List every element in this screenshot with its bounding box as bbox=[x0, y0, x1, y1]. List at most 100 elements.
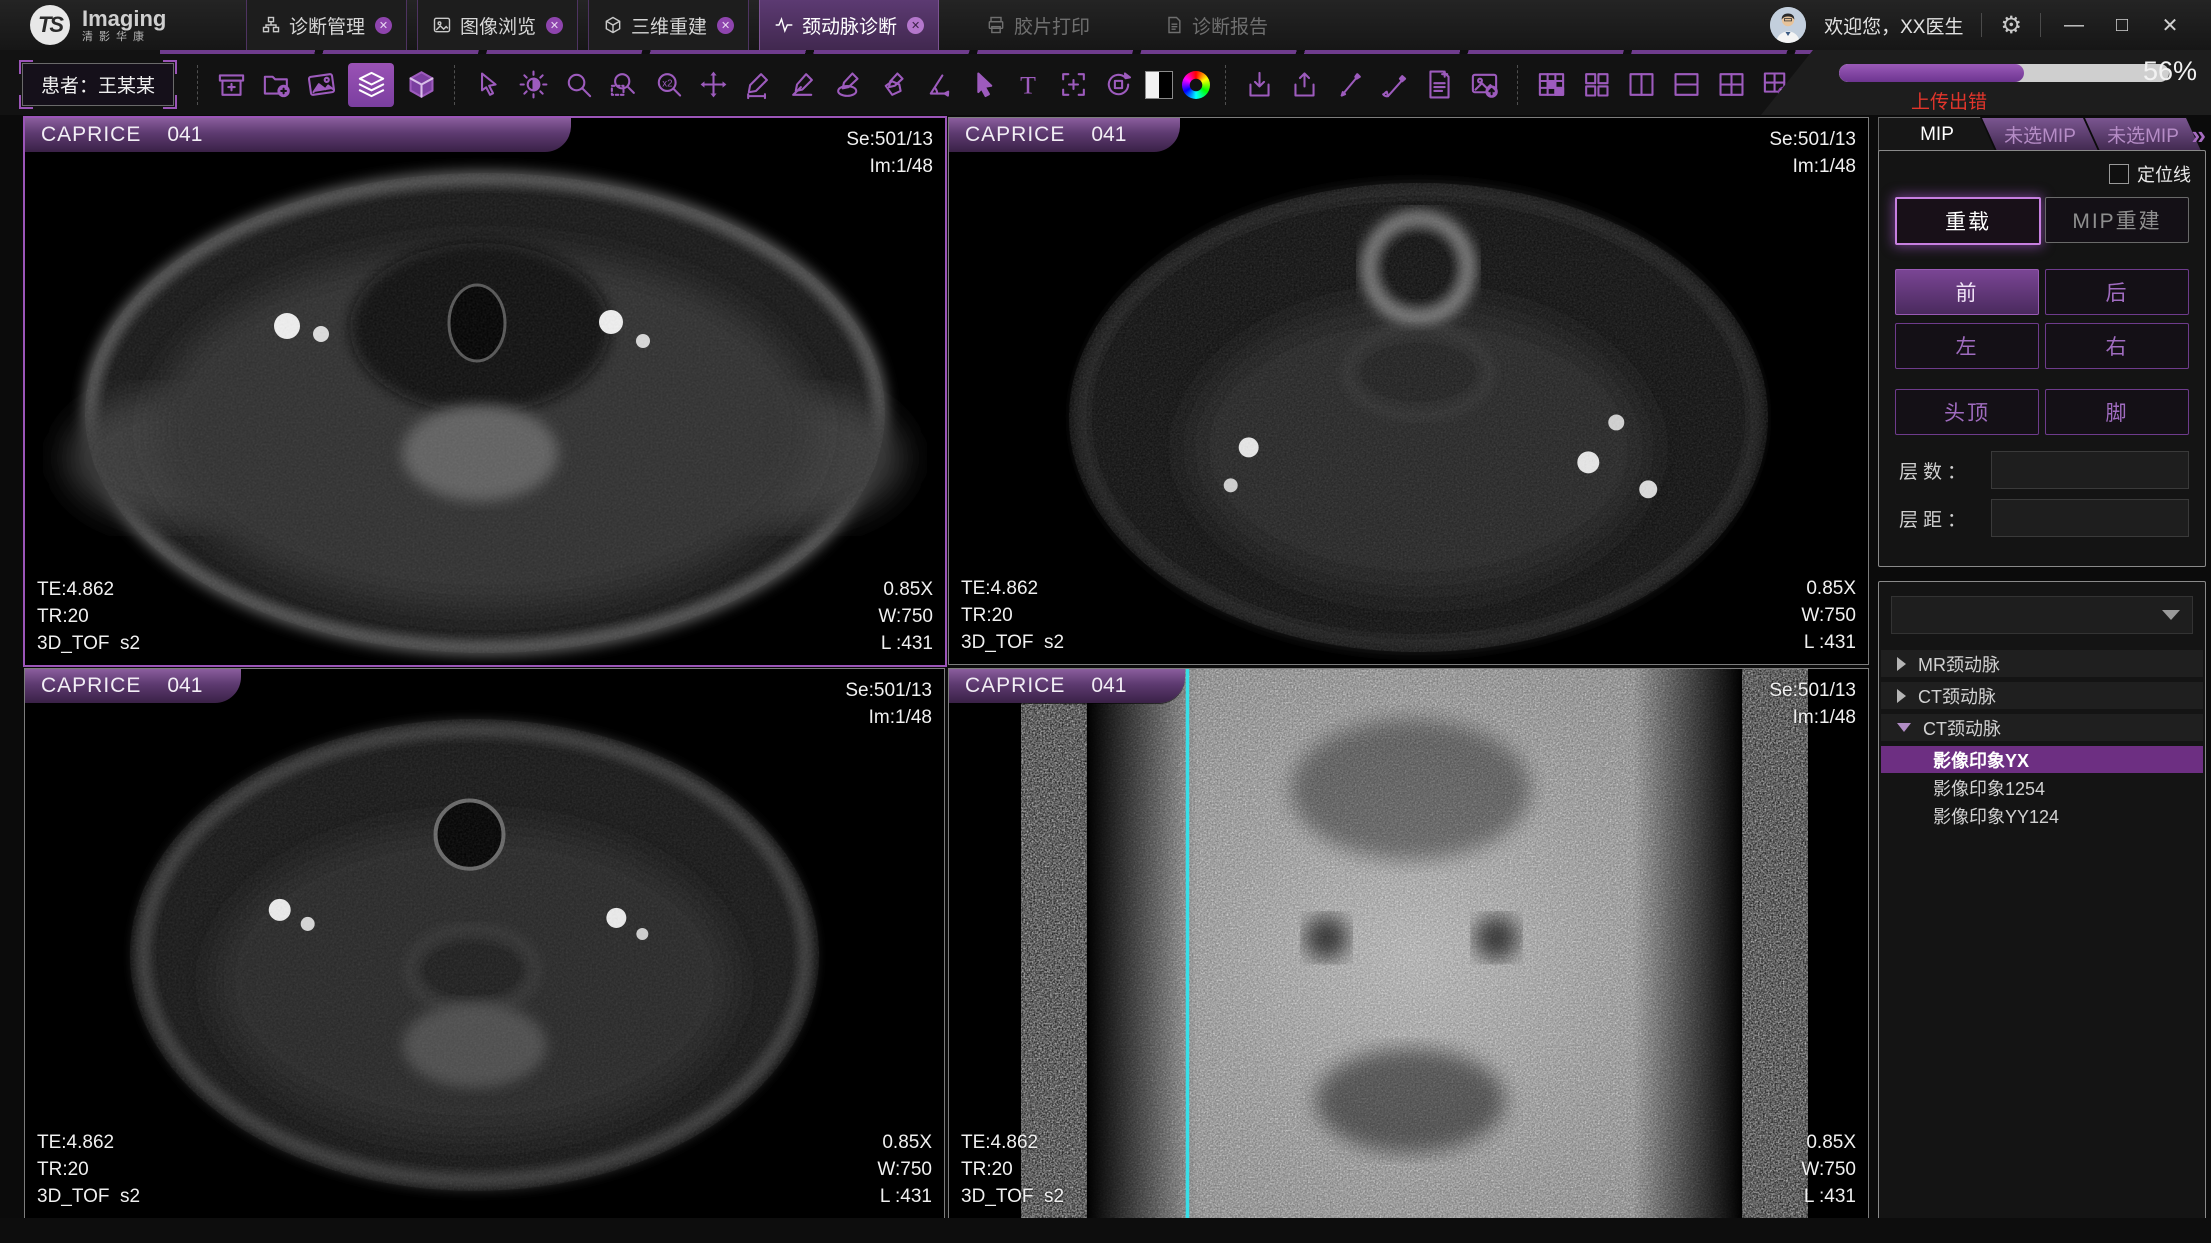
tab-mip-unselected-2[interactable]: 未选MIP bbox=[2085, 118, 2201, 151]
angle-tool-icon[interactable] bbox=[920, 63, 956, 107]
tab-close-icon[interactable]: ✕ bbox=[907, 17, 924, 34]
layers-icon[interactable] bbox=[348, 63, 394, 107]
checkbox-icon[interactable] bbox=[2109, 164, 2129, 184]
upload-progress-zone: 56% 上传出错 bbox=[1761, 50, 2211, 115]
pointer-icon[interactable] bbox=[965, 63, 1001, 107]
maximize-button[interactable]: □ bbox=[2107, 14, 2137, 37]
mri-image-noisy bbox=[949, 669, 1868, 1218]
layout-split-horizontal-icon[interactable] bbox=[1668, 63, 1704, 107]
report-add-icon[interactable] bbox=[1421, 63, 1457, 107]
tab-image-browse[interactable]: 图像浏览 ✕ bbox=[417, 0, 578, 50]
pen-icon[interactable] bbox=[1331, 63, 1367, 107]
title-bar: TS Imaging 清影华康 诊断管理 ✕ 图像浏览 ✕ 三维重建 ✕ 颈动脉… bbox=[0, 0, 2211, 50]
tab-mip[interactable]: MIP bbox=[1878, 117, 1995, 151]
layout-grid-9-icon[interactable] bbox=[1533, 63, 1569, 107]
tree-item-impression-yy124[interactable]: 影像印象YY124 bbox=[1881, 802, 2203, 829]
tree-item-impression-yx[interactable]: 影像印象YX bbox=[1881, 746, 2203, 773]
upload-progress-fill bbox=[1839, 64, 2024, 82]
user-avatar[interactable] bbox=[1770, 7, 1806, 43]
svg-text:T: T bbox=[1020, 71, 1036, 100]
window-level-overlay: 0.85XW:750L :431 bbox=[1801, 1129, 1856, 1210]
series-dropdown[interactable] bbox=[1891, 596, 2193, 634]
localizer-line-checkbox[interactable]: 定位线 bbox=[2109, 161, 2191, 187]
mip-controls-box: 定位线 重载 MIP重建 前 后 左 右 头顶 脚 层数： bbox=[1878, 150, 2206, 567]
text-tool-icon[interactable]: T bbox=[1010, 63, 1046, 107]
orientation-right-button[interactable]: 右 bbox=[2045, 323, 2189, 369]
divider bbox=[2040, 13, 2041, 37]
series-overlay: Se:501/13Im:1/48 bbox=[846, 126, 933, 180]
patient-name-box[interactable]: 患者：王某某 bbox=[22, 63, 174, 106]
zoom-icon[interactable] bbox=[560, 63, 596, 107]
zoom-2x-icon[interactable]: x2 bbox=[650, 63, 686, 107]
caret-expanded-icon[interactable] bbox=[1897, 723, 1911, 732]
acquisition-overlay: TE:4.862TR:203D_TOF s2 bbox=[37, 576, 140, 657]
layout-grid-4-icon[interactable] bbox=[1713, 63, 1749, 107]
tree-item-ct-carotid-1[interactable]: CT颈动脉 bbox=[1881, 682, 2203, 709]
upload-percent: 56% bbox=[2143, 56, 2197, 87]
tab-film-print[interactable]: 胶片打印 bbox=[949, 0, 1127, 50]
image-upload-icon[interactable] bbox=[1466, 63, 1502, 107]
tree-item-impression-1254[interactable]: 影像印象1254 bbox=[1881, 774, 2203, 801]
download-icon[interactable] bbox=[1241, 63, 1277, 107]
layout-grid-4-gap-icon[interactable] bbox=[1578, 63, 1614, 107]
layer-count-input[interactable] bbox=[1991, 451, 2189, 489]
folder-add-icon[interactable] bbox=[258, 63, 294, 107]
series-overlay: Se:501/13Im:1/48 bbox=[1769, 677, 1856, 731]
reload-button[interactable]: 重载 bbox=[1895, 197, 2041, 245]
side-panel-tabs: MIP 未选MIP 未选MIP » bbox=[1878, 118, 2206, 151]
viewport-title-banner: CAPRICE 041 bbox=[25, 669, 241, 703]
close-button[interactable]: ✕ bbox=[2155, 13, 2185, 38]
layer-gap-input[interactable] bbox=[1991, 499, 2189, 537]
dropdown-caret-icon bbox=[2162, 610, 2180, 620]
color-wheel-icon[interactable] bbox=[1182, 71, 1210, 99]
caret-collapsed-icon[interactable] bbox=[1897, 689, 1906, 703]
draw-polygon-icon[interactable] bbox=[875, 63, 911, 107]
tab-carotid-diagnosis[interactable]: 颈动脉诊断 ✕ bbox=[759, 0, 939, 50]
cursor-icon[interactable] bbox=[470, 63, 506, 107]
more-tabs-chevron-icon[interactable]: » bbox=[2192, 120, 2206, 151]
zoom-region-icon[interactable] bbox=[605, 63, 641, 107]
layout-split-vertical-icon[interactable] bbox=[1623, 63, 1659, 107]
draw-ellipse-icon[interactable] bbox=[830, 63, 866, 107]
tree-item-ct-carotid-2[interactable]: CT颈动脉 bbox=[1881, 714, 2203, 741]
tab-close-icon[interactable]: ✕ bbox=[717, 17, 734, 34]
orientation-front-button[interactable]: 前 bbox=[1895, 269, 2039, 315]
measure-angle-icon[interactable] bbox=[785, 63, 821, 107]
tab-diagnosis-management[interactable]: 诊断管理 ✕ bbox=[246, 0, 407, 50]
upload-icon[interactable] bbox=[1286, 63, 1322, 107]
window-level-overlay: 0.85XW:750L :431 bbox=[1801, 575, 1856, 656]
app-logo: TS bbox=[30, 5, 70, 45]
orientation-head-button[interactable]: 头顶 bbox=[1895, 389, 2039, 435]
acquisition-overlay: TE:4.862TR:203D_TOF s2 bbox=[961, 575, 1064, 656]
viewport-3[interactable]: CAPRICE 041 Se:501/13Im:1/48 TE:4.862TR:… bbox=[24, 668, 945, 1219]
rotate-icon[interactable] bbox=[1100, 63, 1136, 107]
tab-3d-reconstruction[interactable]: 三维重建 ✕ bbox=[588, 0, 749, 50]
tab-close-icon[interactable]: ✕ bbox=[375, 17, 392, 34]
tree-item-mr-carotid[interactable]: MR颈动脉 bbox=[1881, 650, 2203, 677]
caret-collapsed-icon[interactable] bbox=[1897, 657, 1906, 671]
archive-add-icon[interactable] bbox=[213, 63, 249, 107]
invert-grayscale-icon[interactable] bbox=[1145, 71, 1173, 99]
app-tabstrip: 诊断管理 ✕ 图像浏览 ✕ 三维重建 ✕ 颈动脉诊断 ✕ 胶片打印 诊断报告 bbox=[246, 0, 1305, 50]
orientation-back-button[interactable]: 后 bbox=[2045, 269, 2189, 315]
measure-length-icon[interactable] bbox=[740, 63, 776, 107]
viewport-2[interactable]: CAPRICE 041 Se:501/13Im:1/48 TE:4.862TR:… bbox=[948, 117, 1869, 665]
tab-diagnosis-report[interactable]: 诊断报告 bbox=[1127, 0, 1305, 50]
orientation-foot-button[interactable]: 脚 bbox=[2045, 389, 2189, 435]
minimize-button[interactable]: — bbox=[2059, 14, 2089, 37]
cube-3d-icon[interactable] bbox=[403, 63, 439, 107]
pan-icon[interactable] bbox=[695, 63, 731, 107]
crosshair-line[interactable] bbox=[1186, 669, 1189, 1218]
settings-gear-icon[interactable]: ⚙ bbox=[2000, 11, 2022, 40]
tab-label: 诊断管理 bbox=[289, 12, 365, 39]
orientation-left-button[interactable]: 左 bbox=[1895, 323, 2039, 369]
add-region-icon[interactable] bbox=[1055, 63, 1091, 107]
photo-icon[interactable] bbox=[303, 63, 339, 107]
viewport-4[interactable]: CAPRICE 041 Se:501/13Im:1/48 TE:4.862TR:… bbox=[948, 668, 1869, 1219]
tab-close-icon[interactable]: ✕ bbox=[546, 17, 563, 34]
brush-icon[interactable] bbox=[1376, 63, 1412, 107]
tab-mip-unselected-1[interactable]: 未选MIP bbox=[1982, 118, 2098, 151]
mip-rebuild-button[interactable]: MIP重建 bbox=[2045, 197, 2189, 243]
brightness-contrast-icon[interactable] bbox=[515, 63, 551, 107]
viewport-1[interactable]: CAPRICE 041 Se:501/13Im:1/48 TE:4.862TR:… bbox=[23, 116, 947, 667]
